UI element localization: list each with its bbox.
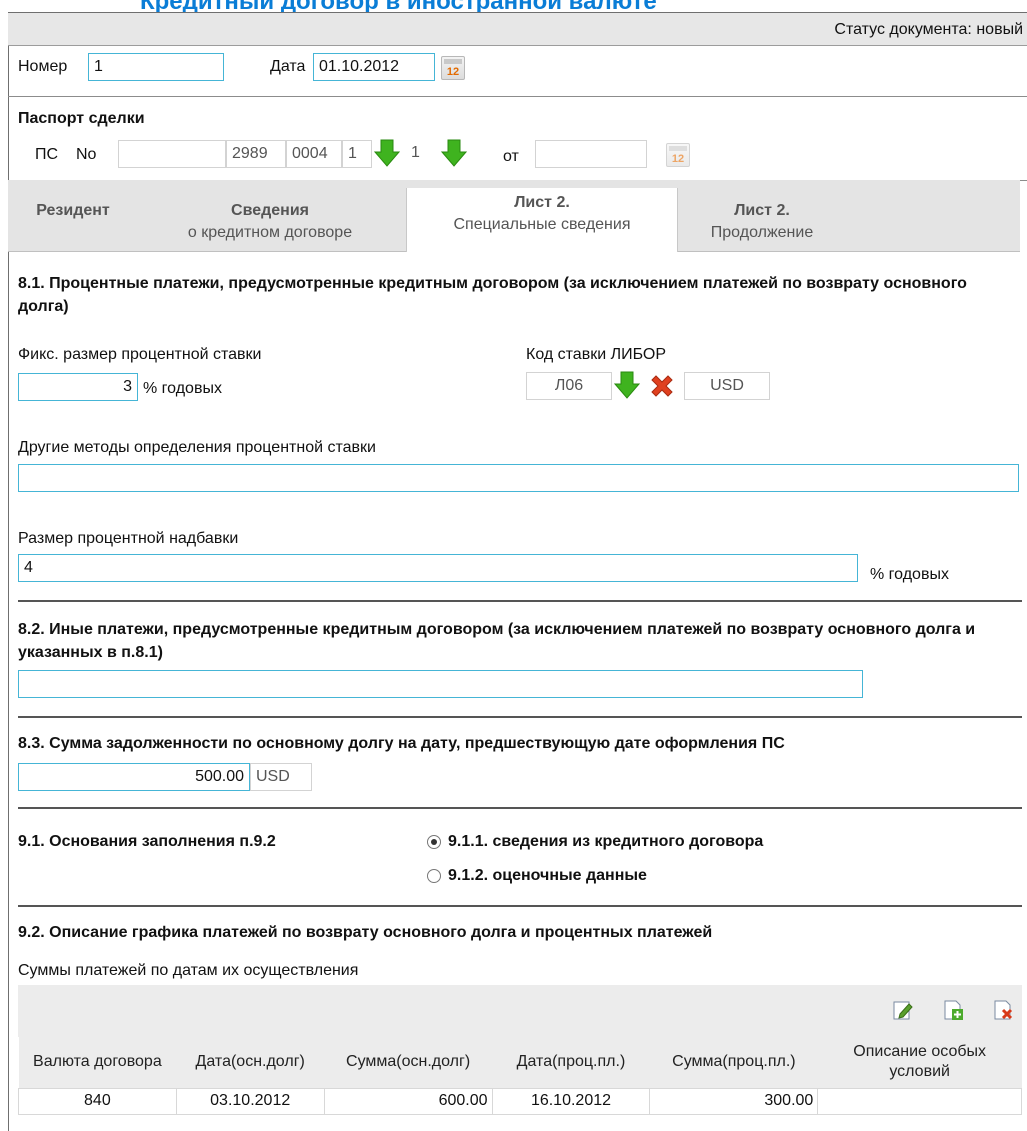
tab-label: Резидент bbox=[36, 202, 110, 219]
status-text: Статус документа: новый bbox=[834, 21, 1023, 39]
section-divider bbox=[18, 716, 1022, 718]
other-payments-input[interactable] bbox=[18, 670, 863, 698]
date-label: Дата bbox=[270, 58, 306, 75]
radio-credit-agreement-label[interactable]: 9.1.1. сведения из кредитного договора bbox=[448, 833, 763, 851]
calendar-icon[interactable]: 12 bbox=[441, 56, 465, 80]
date-input[interactable] bbox=[313, 53, 435, 81]
tab-resident[interactable]: Резидент bbox=[8, 200, 138, 222]
ps-from-label: от bbox=[503, 148, 519, 165]
cell-principal-date: 03.10.2012 bbox=[175, 1087, 325, 1115]
cell-interest-amount: 300.00 bbox=[649, 1087, 819, 1115]
section-8-1-title: 8.1. Процентные платежи, предусмотренные… bbox=[18, 275, 967, 315]
section-9-2-title: 9.2. Описание графика платежей по возвра… bbox=[18, 924, 713, 941]
section-divider bbox=[18, 905, 1022, 907]
tab-label: Лист 2. bbox=[514, 194, 570, 211]
select-arrow-icon[interactable] bbox=[441, 139, 467, 167]
column-header[interactable]: Сумма(проц.пл.) bbox=[649, 1036, 818, 1088]
section-8-3-title: 8.3. Сумма задолженности по основному до… bbox=[18, 735, 785, 752]
ps-label: ПС bbox=[35, 146, 59, 163]
payments-table: Валюта договора Дата(осн.долг) Сумма(осн… bbox=[18, 1036, 1022, 1115]
add-row-icon[interactable] bbox=[942, 999, 964, 1021]
section-9-1-title: 9.1. Основания заполнения п.9.2 bbox=[18, 833, 276, 850]
section-divider bbox=[18, 807, 1022, 809]
debt-amount-input[interactable] bbox=[18, 763, 250, 791]
radio-credit-agreement[interactable] bbox=[427, 835, 441, 849]
radio-estimated-data[interactable] bbox=[427, 869, 441, 883]
libor-currency: USD bbox=[684, 372, 770, 400]
number-input[interactable] bbox=[88, 53, 224, 81]
table-row[interactable]: 840 03.10.2012 600.00 16.10.2012 300.00 bbox=[18, 1087, 1022, 1115]
calendar-icon[interactable]: 12 bbox=[666, 143, 690, 167]
ps-no-label: No bbox=[76, 146, 97, 163]
status-bar: Статус документа: новый bbox=[8, 12, 1027, 46]
tab-label: Лист 2. bbox=[734, 202, 790, 219]
tab-label: Сведения bbox=[231, 202, 309, 219]
cell-currency: 840 bbox=[18, 1087, 177, 1115]
table-toolbar bbox=[18, 985, 1022, 1037]
column-header[interactable]: Валюта договора bbox=[18, 1036, 177, 1088]
ps-number-part-3: 0004 bbox=[286, 140, 342, 168]
divider bbox=[8, 96, 1027, 97]
ps-number-part-1 bbox=[118, 140, 226, 168]
section-divider bbox=[18, 600, 1022, 602]
ps-number-part-5: 1 bbox=[406, 140, 436, 168]
tab-sheet2-continued[interactable]: Лист 2. Продолжение bbox=[682, 200, 842, 244]
fixed-rate-label: Фикс. размер процентной ставки bbox=[18, 346, 262, 363]
other-methods-label: Другие методы определения процентной ста… bbox=[18, 439, 376, 456]
libor-code: Л06 bbox=[526, 372, 612, 400]
cell-principal-amount: 600.00 bbox=[323, 1087, 493, 1115]
section-8-2-title: 8.2. Иные платежи, предусмотренные креди… bbox=[18, 621, 976, 661]
payments-subtitle: Суммы платежей по датам их осуществления bbox=[18, 962, 359, 979]
column-header[interactable]: Дата(осн.долг) bbox=[176, 1036, 325, 1088]
tab-sublabel: о кредитном договоре bbox=[187, 224, 353, 241]
other-methods-input[interactable] bbox=[18, 464, 1019, 492]
column-header[interactable]: Сумма(осн.долг) bbox=[324, 1036, 493, 1088]
status-value: новый bbox=[976, 21, 1023, 38]
table-header-row: Валюта договора Дата(осн.долг) Сумма(осн… bbox=[18, 1036, 1022, 1088]
ps-number-part-2: 2989 bbox=[226, 140, 286, 168]
markup-unit: % годовых bbox=[870, 566, 949, 583]
tab-credit-agreement[interactable]: Сведения о кредитном договоре bbox=[150, 200, 390, 244]
delete-row-icon[interactable] bbox=[992, 999, 1014, 1021]
tab-sublabel: Специальные сведения bbox=[453, 216, 631, 233]
tab-sheet2-special[interactable]: Лист 2. Специальные сведения bbox=[406, 188, 678, 252]
number-label: Номер bbox=[18, 58, 68, 75]
libor-label: Код ставки ЛИБОР bbox=[526, 346, 667, 363]
status-label: Статус документа: bbox=[834, 21, 972, 38]
debt-currency: USD bbox=[250, 763, 312, 791]
radio-estimated-data-label[interactable]: 9.1.2. оценочные данные bbox=[448, 867, 647, 885]
cell-interest-date: 16.10.2012 bbox=[491, 1087, 651, 1115]
clear-icon[interactable] bbox=[649, 373, 675, 399]
select-arrow-icon[interactable] bbox=[374, 139, 400, 167]
markup-input[interactable] bbox=[18, 554, 858, 582]
ps-from-date bbox=[535, 140, 647, 168]
markup-label: Размер процентной надбавки bbox=[18, 530, 239, 547]
fixed-rate-input[interactable] bbox=[18, 373, 138, 401]
ps-number-part-4: 1 bbox=[342, 140, 372, 168]
tab-sublabel: Продолжение bbox=[710, 224, 814, 241]
edit-icon[interactable] bbox=[892, 999, 914, 1021]
passport-title: Паспорт сделки bbox=[18, 110, 145, 127]
cell-special-conditions bbox=[817, 1087, 1022, 1115]
select-arrow-icon[interactable] bbox=[614, 371, 640, 399]
column-header[interactable]: Дата(проц.пл.) bbox=[492, 1036, 650, 1088]
column-header[interactable]: Описание особых условий bbox=[817, 1036, 1022, 1088]
fixed-rate-unit: % годовых bbox=[143, 380, 222, 397]
